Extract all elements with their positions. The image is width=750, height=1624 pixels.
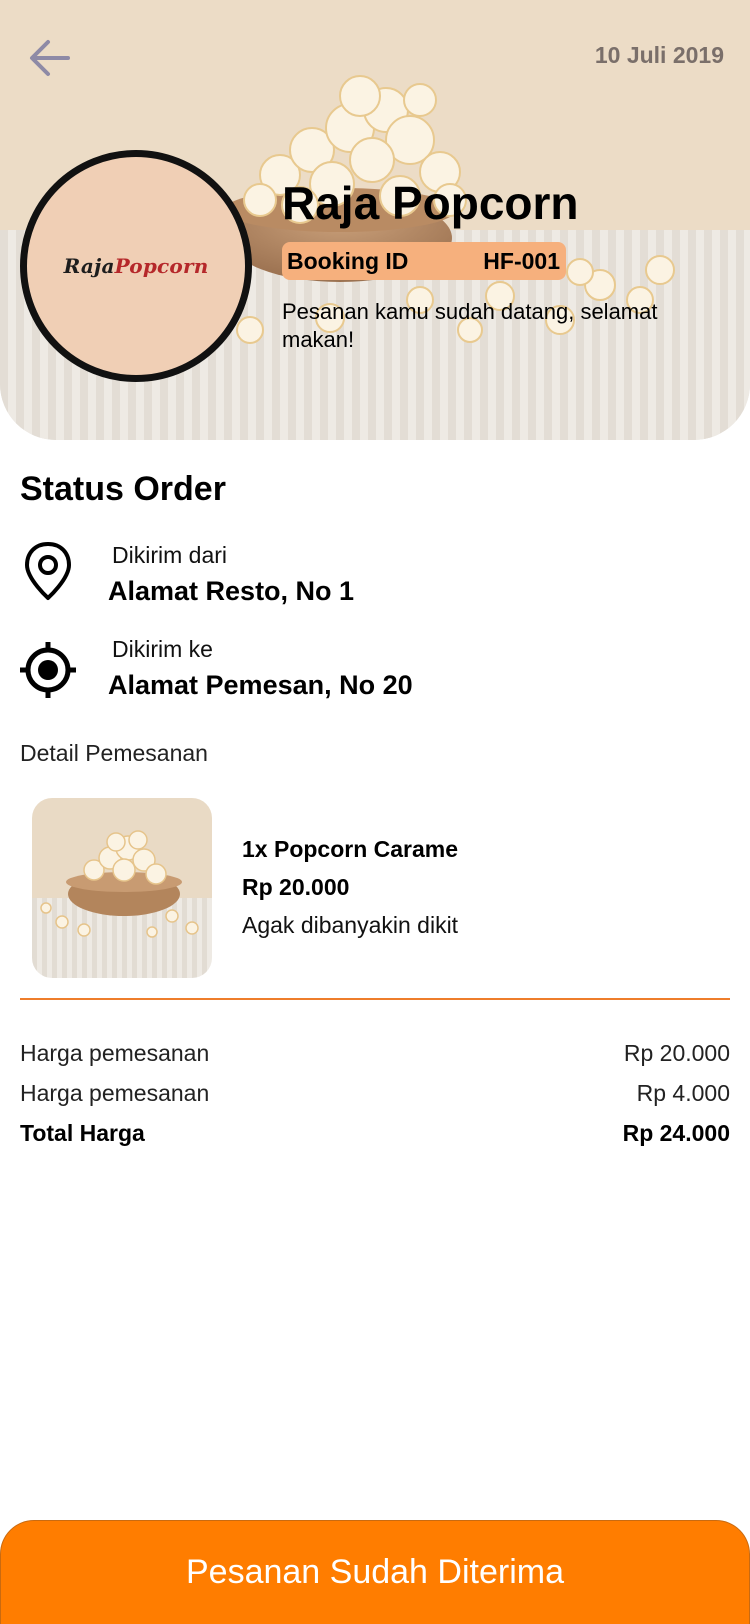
item-image <box>32 798 212 978</box>
section-divider <box>20 998 730 1000</box>
store-name: Raja Popcorn <box>282 177 579 229</box>
price-row-label: Harga pemesanan <box>20 1040 210 1066</box>
price-row-value: Rp 4.000 <box>636 1080 730 1106</box>
store-logo: RajaPopcorn <box>20 150 252 382</box>
map-pin-icon <box>25 542 71 600</box>
hero-banner: 10 Juli 2019 RajaPopcorn Raja Popcorn Bo… <box>0 0 750 440</box>
price-row: Harga pemesanan Rp 20.000 <box>20 1040 730 1067</box>
booking-id-value: HF-001 <box>483 247 560 274</box>
item-note: Agak dibanyakin dikit <box>242 912 459 938</box>
from-label: Dikirim dari <box>112 542 227 568</box>
item-name: 1x Popcorn Carame <box>242 836 459 862</box>
booking-id-label: Booking ID <box>287 247 409 274</box>
booking-id-badge: Booking ID HF-001 <box>282 242 566 280</box>
total-label: Total Harga <box>20 1120 145 1146</box>
total-value: Rp 24.000 <box>622 1120 730 1146</box>
price-row-label: Harga pemesanan <box>20 1080 210 1106</box>
crosshair-icon <box>20 642 76 698</box>
to-address: Alamat Pemesan, No 20 <box>108 670 413 700</box>
store-logo-text: RajaPopcorn <box>63 254 209 278</box>
price-row-value: Rp 20.000 <box>623 1040 730 1066</box>
status-order-title: Status Order <box>20 470 226 508</box>
order-received-button[interactable]: Pesanan Sudah Diterima <box>0 1520 750 1624</box>
back-arrow-icon[interactable] <box>24 32 76 84</box>
item-price: Rp 20.000 <box>242 874 350 900</box>
price-row: Harga pemesanan Rp 4.000 <box>20 1080 730 1107</box>
from-address: Alamat Resto, No 1 <box>108 576 355 606</box>
order-date: 10 Juli 2019 <box>594 42 724 68</box>
order-detail-screen: 10 Juli 2019 RajaPopcorn Raja Popcorn Bo… <box>0 0 750 1624</box>
total-price-row: Total Harga Rp 24.000 <box>20 1120 730 1147</box>
status-message: Pesanan kamu sudah datang, selamat makan… <box>282 299 658 352</box>
to-label: Dikirim ke <box>112 636 213 662</box>
order-detail-heading: Detail Pemesanan <box>20 740 208 766</box>
